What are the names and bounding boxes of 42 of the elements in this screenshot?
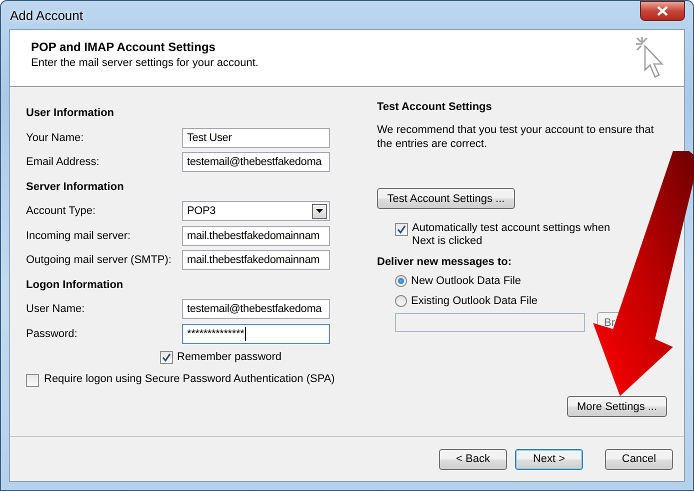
field-label: Incoming mail server: (26, 230, 131, 242)
description-text: We recommend that you test your account to ensure that the entries are correct. (377, 123, 655, 151)
dialog-button[interactable]: < Back (439, 448, 507, 470)
header-subtitle: Enter the mail server settings for your account. (31, 57, 258, 69)
section-heading: Server Information (26, 180, 124, 193)
section-heading: Deliver new messages to: (377, 256, 512, 268)
checkbox-label: Require logon using Secure Password Authentication (SPA) (44, 373, 336, 385)
radio-label: New Outlook Data File (411, 275, 522, 287)
field-label: Account Type: (26, 205, 96, 218)
field-label: User Name: (26, 303, 85, 316)
checkbox[interactable] (395, 223, 408, 236)
section-heading: Logon Information (26, 278, 124, 291)
field-label: Your Name: (26, 132, 84, 144)
radio-button[interactable] (395, 295, 407, 307)
field-label: Email Address: (26, 156, 100, 168)
close-icon (657, 6, 668, 16)
checkbox[interactable] (26, 374, 39, 387)
section-heading: User Information (26, 107, 114, 120)
window-title: Add Account (9, 8, 83, 22)
test-account-settings-button[interactable]: Test Account Settings ... (377, 188, 515, 209)
account-type-dropdown[interactable]: POP3 (182, 201, 330, 222)
input-field[interactable]: mail.thebestfakedomainnam (182, 226, 330, 246)
input-field[interactable]: Test User (182, 128, 330, 148)
field-label: Password: (26, 328, 78, 340)
checkbox-label: Automatically test account settings when Next is clicked (412, 222, 612, 248)
more-settings-button[interactable]: More Settings ... (567, 396, 667, 417)
caret-icon (316, 209, 323, 214)
dialog-button[interactable]: Cancel (605, 448, 673, 470)
input-field[interactable]: testemail@thebestfakedoma (182, 152, 330, 172)
dialog-button[interactable]: Next > (515, 448, 583, 470)
input-field[interactable]: mail.thebestfakedomainnam (182, 250, 330, 270)
checkbox[interactable] (160, 350, 173, 364)
input-field[interactable]: testemail@thebestfakedoma (182, 299, 330, 320)
radio-label: Existing Outlook Data File (411, 295, 538, 307)
header-title: POP and IMAP Account Settings (31, 40, 216, 54)
close-button[interactable] (640, 1, 685, 21)
field-label: Outgoing mail server (SMTP): (26, 254, 172, 266)
input-field[interactable]: ************** (182, 324, 330, 344)
section-heading: Test Account Settings (377, 101, 492, 113)
checkbox-label: Remember password (177, 351, 282, 363)
file-path-field[interactable] (395, 313, 585, 332)
radio-button[interactable] (395, 275, 407, 287)
